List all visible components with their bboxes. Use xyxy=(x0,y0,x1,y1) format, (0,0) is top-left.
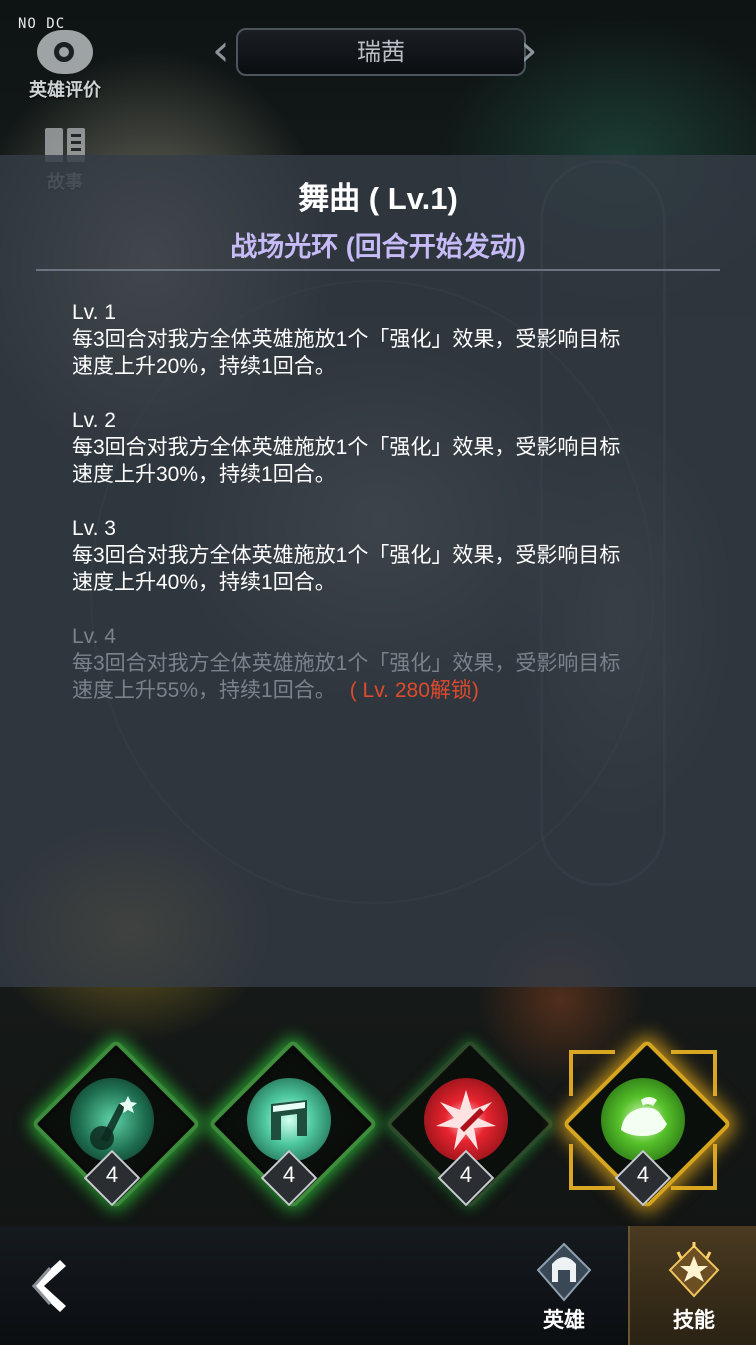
skill-slot-4-selected[interactable]: 4 xyxy=(562,1039,732,1209)
level-description: 速度上升40%，持续1回合。 xyxy=(72,571,336,594)
level-description: 速度上升20%，持续1回合。 xyxy=(72,355,336,378)
hero-evaluation-label: 英雄评价 xyxy=(29,80,101,101)
back-button[interactable] xyxy=(22,1254,82,1318)
level-description-text: 速度上升55%，持续1回合。 xyxy=(72,679,336,702)
tab-skill-active[interactable]: 技能 xyxy=(628,1226,756,1345)
skill-title: 舞曲 ( Lv.1) xyxy=(298,181,458,216)
tab-hero[interactable]: 英雄 xyxy=(500,1226,628,1345)
unlock-requirement: ( Lv. 280解锁) xyxy=(349,679,479,702)
skill-level-number: 4 xyxy=(105,1162,119,1187)
level-title: Lv. 4 xyxy=(72,625,116,648)
hero-evaluation-button[interactable]: 英雄评价 xyxy=(20,30,110,102)
skill-detail-panel: 舞曲 ( Lv.1) 战场光环 (回合开始发动) Lv. 1 每3回合对我方全体… xyxy=(0,155,756,987)
hero-name: 瑞茜 xyxy=(357,38,405,66)
skill-level-entry: Lv. 1 每3回合对我方全体英雄施放1个「强化」效果，受影响目标 速度上升20… xyxy=(72,299,712,380)
bottom-nav-bar: 英雄 技能 xyxy=(0,1226,756,1345)
level-description: 每3回合对我方全体英雄施放1个「强化」效果，受影响目标 xyxy=(72,652,621,675)
hero-name-bar: 瑞茜 xyxy=(236,28,526,76)
skill-flame-icon xyxy=(664,1242,724,1302)
level-title: Lv. 1 xyxy=(72,301,116,324)
skill-level-number: 4 xyxy=(282,1162,296,1187)
level-description: 速度上升30%，持续1回合。 xyxy=(72,463,336,486)
chat-bubble-icon xyxy=(37,30,93,74)
skill-icon-row: 4 4 4 4 xyxy=(0,1039,756,1220)
level-title: Lv. 3 xyxy=(72,517,116,540)
skill-level-entry: Lv. 2 每3回合对我方全体英雄施放1个「强化」效果，受影响目标 速度上升30… xyxy=(72,407,712,488)
level-description: 每3回合对我方全体英雄施放1个「强化」效果，受影响目标 xyxy=(72,328,621,351)
skill-level-number: 4 xyxy=(636,1162,650,1187)
tab-skill-label: 技能 xyxy=(673,1308,715,1332)
panel-divider xyxy=(36,269,720,271)
next-hero-arrow-icon[interactable]: › xyxy=(520,29,542,73)
skill-level-number: 4 xyxy=(459,1162,473,1187)
level-title: Lv. 2 xyxy=(72,409,116,432)
level-description: 每3回合对我方全体英雄施放1个「强化」效果，受影响目标 xyxy=(72,436,621,459)
skill-type: 战场光环 (回合开始发动) xyxy=(230,232,526,262)
skill-level-entry: Lv. 3 每3回合对我方全体英雄施放1个「强化」效果，受影响目标 速度上升40… xyxy=(72,515,712,596)
helmet-icon xyxy=(534,1242,594,1302)
skill-level-list: Lv. 1 每3回合对我方全体英雄施放1个「强化」效果，受影响目标 速度上升20… xyxy=(72,299,712,731)
skill-slot-2[interactable]: 4 xyxy=(208,1039,378,1209)
back-arrow-icon xyxy=(31,1260,66,1312)
level-description: 速度上升55%，持续1回合。 ( Lv. 280解锁) xyxy=(72,677,712,704)
skill-slot-3[interactable]: 4 xyxy=(385,1039,555,1209)
prev-hero-arrow-icon[interactable]: ‹ xyxy=(212,29,234,73)
level-description: 每3回合对我方全体英雄施放1个「强化」效果，受影响目标 xyxy=(72,544,621,567)
tab-hero-label: 英雄 xyxy=(543,1308,585,1332)
skill-slot-1[interactable]: 4 xyxy=(31,1039,201,1209)
skill-level-entry-locked: Lv. 4 每3回合对我方全体英雄施放1个「强化」效果，受影响目标 速度上升55… xyxy=(72,623,712,704)
